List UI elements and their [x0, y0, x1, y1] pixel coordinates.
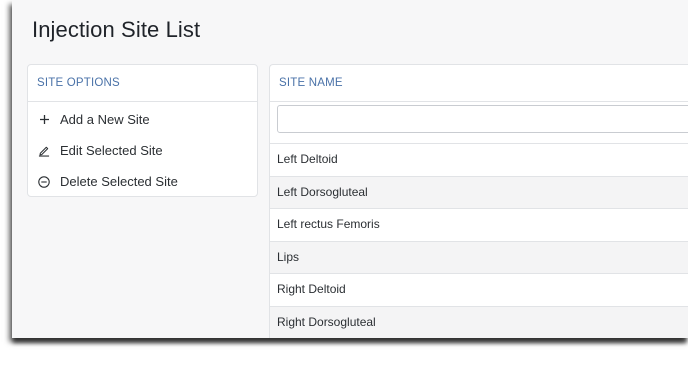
site-options-list: Add a New Site Edit Selected Site Delete…: [28, 104, 257, 197]
app-window: Injection Site List SITE OPTIONS Add a N…: [12, 0, 688, 338]
plus-icon: [38, 114, 50, 126]
page-title: Injection Site List: [32, 17, 201, 42]
circle-minus-icon: [38, 175, 50, 188]
site-rows: Left Deltoid Left Dorsogluteal Left rect…: [270, 144, 688, 338]
edit-site-label: Edit Selected Site: [60, 143, 163, 158]
add-site-label: Add a New Site: [60, 112, 150, 127]
site-name-column-header: SITE NAME: [270, 65, 688, 102]
table-row[interactable]: Lips: [270, 241, 688, 274]
site-list-panel: SITE NAME Left Deltoid Left Dorsogluteal…: [269, 64, 688, 338]
table-row[interactable]: Left Deltoid: [270, 144, 688, 177]
table-row[interactable]: Right Deltoid: [270, 274, 688, 307]
table-row[interactable]: Right Dorsogluteal: [270, 306, 688, 338]
site-options-header: SITE OPTIONS: [28, 65, 257, 102]
edit-site-button[interactable]: Edit Selected Site: [28, 135, 257, 166]
site-name-filter-input[interactable]: [277, 105, 688, 133]
delete-site-button[interactable]: Delete Selected Site: [28, 166, 257, 197]
filter-row: [270, 102, 688, 144]
pencil-icon: [38, 145, 50, 157]
table-row[interactable]: Left Dorsogluteal: [270, 176, 688, 209]
delete-site-label: Delete Selected Site: [60, 174, 178, 189]
table-row[interactable]: Left rectus Femoris: [270, 209, 688, 242]
site-options-panel: SITE OPTIONS Add a New Site Edit Selecte…: [27, 64, 258, 197]
add-site-button[interactable]: Add a New Site: [28, 104, 257, 135]
